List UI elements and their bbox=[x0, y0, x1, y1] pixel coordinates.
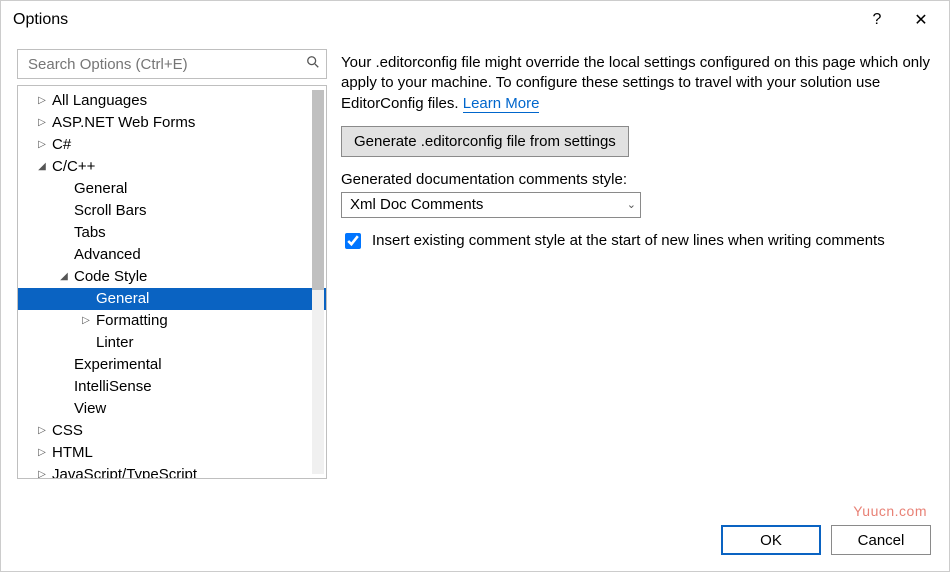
doc-comment-style-label: Generated documentation comments style: bbox=[341, 171, 933, 188]
chevron-down-icon: ⌄ bbox=[627, 198, 636, 211]
tree-item[interactable]: Scroll Bars bbox=[18, 200, 326, 222]
watermark: Yuucn.com bbox=[853, 503, 927, 519]
tree-item-label: Linter bbox=[96, 332, 134, 354]
tree-item[interactable]: Experimental bbox=[18, 354, 326, 376]
expander-closed-icon[interactable]: ▷ bbox=[80, 310, 92, 332]
tree-item[interactable]: View bbox=[18, 398, 326, 420]
tree-item[interactable]: Tabs bbox=[18, 222, 326, 244]
tree-item[interactable]: Linter bbox=[18, 332, 326, 354]
tree-item-label: All Languages bbox=[52, 90, 147, 112]
expander-closed-icon[interactable]: ▷ bbox=[36, 90, 48, 112]
search-input[interactable] bbox=[26, 55, 306, 74]
learn-more-link[interactable]: Learn More bbox=[463, 95, 540, 113]
tree-item[interactable]: ▷ JavaScript/TypeScript bbox=[18, 464, 326, 479]
generate-editorconfig-button[interactable]: Generate .editorconfig file from setting… bbox=[341, 126, 629, 157]
tree-item-label: Tabs bbox=[74, 222, 106, 244]
tree-item[interactable]: ▷CSS bbox=[18, 420, 326, 442]
tree-item[interactable]: General bbox=[18, 288, 326, 310]
options-panel: Your .editorconfig file might override t… bbox=[341, 49, 933, 479]
expander-closed-icon[interactable]: ▷ bbox=[36, 134, 48, 156]
cancel-button[interactable]: Cancel bbox=[831, 525, 931, 555]
tree-item-label: Formatting bbox=[96, 310, 168, 332]
expander-closed-icon[interactable]: ▷ bbox=[36, 420, 48, 442]
dialog-buttons: OK Cancel bbox=[721, 525, 931, 555]
tree-item[interactable]: ▷C# bbox=[18, 134, 326, 156]
options-tree[interactable]: ▷All Languages▷ASP.NET Web Forms▷C#◢C/C+… bbox=[17, 85, 327, 479]
tree-item-label: C/C++ bbox=[52, 156, 95, 178]
tree-item-label: JavaScript/TypeScript bbox=[52, 464, 197, 479]
tree-item-label: Code Style bbox=[74, 266, 147, 288]
search-icon bbox=[306, 55, 320, 73]
tree-item-label: Advanced bbox=[74, 244, 141, 266]
tree-item-label: General bbox=[74, 178, 127, 200]
insert-comment-style-checkbox-row[interactable]: Insert existing comment style at the sta… bbox=[341, 230, 933, 252]
tree-item[interactable]: ▷ASP.NET Web Forms bbox=[18, 112, 326, 134]
tree-item[interactable]: ◢C/C++ bbox=[18, 156, 326, 178]
doc-comment-style-combo[interactable]: Xml Doc Comments ⌄ bbox=[341, 192, 641, 218]
close-button[interactable]: ✕ bbox=[899, 5, 943, 35]
tree-item[interactable]: ▷All Languages bbox=[18, 90, 326, 112]
expander-open-icon[interactable]: ◢ bbox=[36, 156, 48, 178]
insert-comment-style-checkbox[interactable] bbox=[345, 233, 361, 249]
window-title: Options bbox=[13, 11, 68, 29]
tree-item-label: View bbox=[74, 398, 106, 420]
tree-scrollbar-thumb[interactable] bbox=[312, 90, 324, 290]
tree-item-label: Experimental bbox=[74, 354, 162, 376]
tree-item-label: General bbox=[96, 288, 149, 310]
tree-item-label: HTML bbox=[52, 442, 93, 464]
note-text: Your .editorconfig file might override t… bbox=[341, 54, 930, 112]
tree-item[interactable]: ▷HTML bbox=[18, 442, 326, 464]
expander-open-icon[interactable]: ◢ bbox=[58, 266, 70, 288]
expander-closed-icon[interactable]: ▷ bbox=[36, 464, 48, 479]
tree-item-label: ASP.NET Web Forms bbox=[52, 112, 195, 134]
tree-item[interactable]: Advanced bbox=[18, 244, 326, 266]
ok-button[interactable]: OK bbox=[721, 525, 821, 555]
help-button[interactable]: ? bbox=[855, 5, 899, 35]
expander-closed-icon[interactable]: ▷ bbox=[36, 442, 48, 464]
search-box[interactable] bbox=[17, 49, 327, 79]
tree-item-label: C# bbox=[52, 134, 71, 156]
tree-item[interactable]: IntelliSense bbox=[18, 376, 326, 398]
titlebar: Options ? ✕ bbox=[1, 1, 949, 39]
tree-item[interactable]: General bbox=[18, 178, 326, 200]
insert-comment-style-label: Insert existing comment style at the sta… bbox=[372, 232, 885, 249]
editorconfig-note: Your .editorconfig file might override t… bbox=[341, 53, 933, 114]
tree-item[interactable]: ◢Code Style bbox=[18, 266, 326, 288]
expander-closed-icon[interactable]: ▷ bbox=[36, 112, 48, 134]
tree-item-label: IntelliSense bbox=[74, 376, 152, 398]
tree-item-label: CSS bbox=[52, 420, 83, 442]
tree-item[interactable]: ▷Formatting bbox=[18, 310, 326, 332]
tree-item-label: Scroll Bars bbox=[74, 200, 147, 222]
doc-comment-style-value: Xml Doc Comments bbox=[350, 196, 483, 213]
tree-scrollbar[interactable] bbox=[312, 90, 324, 474]
